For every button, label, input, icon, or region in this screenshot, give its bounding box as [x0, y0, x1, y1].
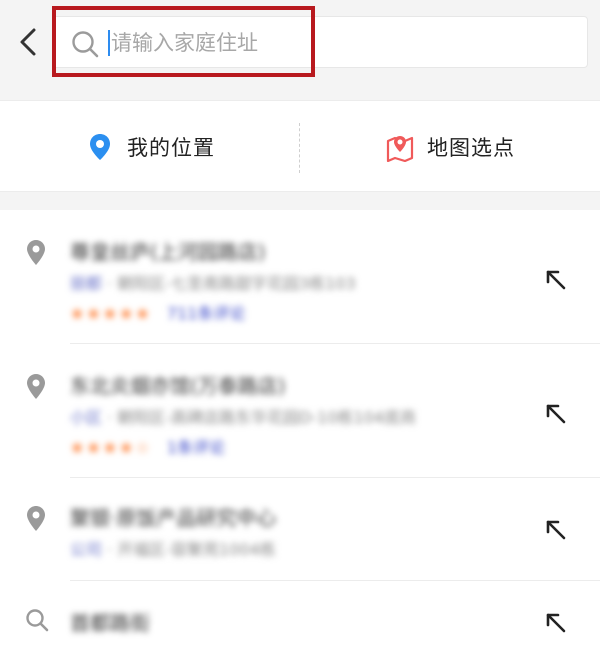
review-count: 711条评论: [166, 304, 246, 323]
my-location-label: 我的位置: [127, 136, 215, 160]
result-title: 首都路街: [70, 611, 150, 635]
map-pin-icon: [386, 136, 414, 162]
my-location-button[interactable]: 我的位置: [0, 101, 300, 193]
arrow-up-left-icon[interactable]: [540, 607, 572, 639]
result-tag: 小区: [70, 408, 103, 427]
address-search-page: 我的位置 地图选点 尊皇丝庐(上河园路店) 丽都 · 朝阳区-七圣南路甜字花园3…: [0, 0, 600, 663]
list-item[interactable]: 首都路街: [0, 581, 600, 663]
result-address: 公司 · 开福区-容聚苑1004栋: [70, 536, 276, 560]
results-list: 尊皇丝庐(上河园路店) 丽都 · 朝阳区-七圣南路甜字花园3栋103 ★★★★★…: [0, 210, 600, 663]
review-count: 1条评论: [166, 438, 225, 457]
result-title: 东北炎烟亦馆(万泰路店): [70, 374, 286, 398]
result-address-text: · 朝阳区-高碑店路东华花园D-10栋104底商: [107, 408, 417, 427]
highlight-annotation-box: [52, 6, 315, 77]
back-button[interactable]: [14, 24, 44, 60]
list-item[interactable]: 聚银·原饭产品研究中心 公司 · 开福区-容聚苑1004栋: [0, 478, 600, 581]
arrow-up-left-icon[interactable]: [540, 264, 572, 296]
list-item[interactable]: 东北炎烟亦馆(万泰路店) 小区 · 朝阳区-高碑店路东华花园D-10栋104底商…: [0, 344, 600, 478]
result-rating: ★★★★★ 711条评论: [70, 300, 245, 324]
rating-stars: ★★★★☆: [70, 438, 152, 457]
result-address-text: · 开福区-容聚苑1004栋: [107, 540, 276, 559]
result-title: 尊皇丝庐(上河园路店): [70, 240, 266, 264]
list-item[interactable]: 尊皇丝庐(上河园路店) 丽都 · 朝阳区-七圣南路甜字花园3栋103 ★★★★★…: [0, 210, 600, 344]
chevron-left-icon: [20, 28, 36, 56]
search-icon: [26, 609, 49, 632]
arrow-up-left-icon[interactable]: [540, 398, 572, 430]
result-tag: 公司: [70, 540, 103, 559]
place-pin-icon: [27, 506, 45, 531]
result-tag: 丽都: [70, 274, 103, 293]
result-rating: ★★★★☆ 1条评论: [70, 434, 225, 458]
result-title: 聚银·原饭产品研究中心: [70, 506, 277, 530]
map-pick-label: 地图选点: [427, 136, 515, 160]
result-address: 丽都 · 朝阳区-七圣南路甜字花园3栋103: [70, 270, 356, 294]
location-pin-icon: [90, 134, 110, 160]
arrow-up-left-icon[interactable]: [540, 514, 572, 546]
result-address-text: · 朝阳区-七圣南路甜字花园3栋103: [107, 274, 356, 293]
place-pin-icon: [27, 240, 45, 265]
result-address: 小区 · 朝阳区-高碑店路东华花园D-10栋104底商: [70, 404, 416, 428]
place-pin-icon: [27, 374, 45, 399]
rating-stars: ★★★★★: [70, 304, 152, 323]
map-pick-button[interactable]: 地图选点: [300, 101, 600, 193]
location-options: 我的位置 地图选点: [0, 100, 600, 192]
header: [0, 0, 600, 84]
